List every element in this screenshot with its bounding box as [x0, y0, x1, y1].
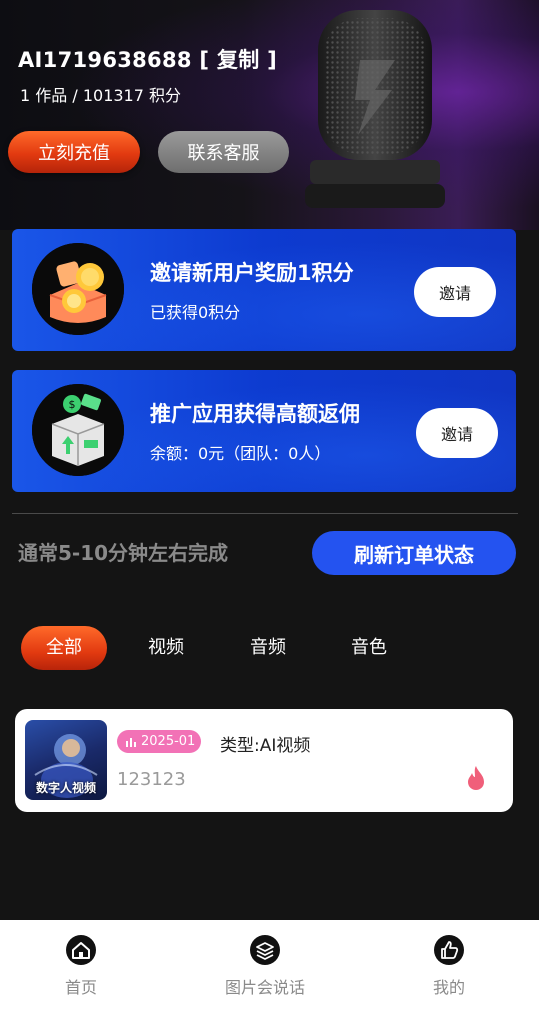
refresh-order-status-button[interactable]: 刷新订单状态: [312, 531, 516, 575]
svg-text:$: $: [69, 398, 76, 411]
tab-voice[interactable]: 音色: [329, 626, 409, 670]
coins-gift-icon: [32, 243, 124, 335]
banner-title: 推广应用获得高额返佣: [150, 402, 360, 426]
user-name[interactable]: AI1719638688 [ 复制 ]: [18, 44, 277, 74]
thumbs-up-icon: [434, 935, 464, 965]
invite-button[interactable]: 邀请: [414, 267, 496, 317]
tab-audio[interactable]: 音频: [228, 626, 308, 670]
work-id: 123123: [117, 769, 186, 790]
tab-video[interactable]: 视频: [126, 626, 206, 670]
recharge-button[interactable]: 立刻充值: [8, 131, 140, 173]
cashback-box-icon: $: [32, 384, 124, 476]
nav-label: 我的: [432, 978, 465, 997]
banner-subtitle: 余额：0元（团队：0人）: [150, 444, 331, 463]
divider: [12, 513, 518, 514]
bottom-navigation: 首页 图片会说话 我的: [0, 920, 539, 1013]
category-tabs: 全部 视频 音频 音色: [0, 626, 539, 670]
work-card[interactable]: 数字人视频 2025-01 类型:AI视频 123123: [15, 709, 513, 812]
order-hint-text: 通常5-10分钟左右完成: [18, 541, 229, 565]
microphone-image: [305, 10, 445, 208]
contact-service-button[interactable]: 联系客服: [158, 131, 289, 173]
banner-title: 邀请新用户奖励1积分: [150, 261, 354, 285]
thumbnail-label: 数字人视频: [35, 781, 96, 795]
date-badge: 2025-01: [117, 730, 202, 753]
nav-label: 首页: [64, 978, 97, 997]
invite-button[interactable]: 邀请: [416, 408, 498, 458]
user-stats: 1 作品 / 101317 积分: [20, 86, 181, 105]
tab-all[interactable]: 全部: [21, 626, 107, 670]
nav-label: 图片会说话: [224, 978, 305, 997]
work-type: 类型:AI视频: [220, 736, 311, 756]
layers-icon: [250, 935, 280, 965]
home-icon: [66, 935, 96, 965]
banner-subtitle: 已获得0积分: [150, 303, 241, 322]
nav-mine[interactable]: 我的: [389, 934, 509, 998]
date-label: 2025-01: [141, 734, 196, 749]
nav-home[interactable]: 首页: [21, 934, 141, 998]
flame-icon[interactable]: [466, 765, 486, 791]
bar-chart-icon: [126, 737, 136, 747]
promotion-banner[interactable]: $ 推广应用获得高额返佣 余额：0元（团队：0人） 邀请: [12, 370, 516, 492]
profile-header: AI1719638688 [ 复制 ] 1 作品 / 101317 积分 立刻充…: [0, 0, 539, 230]
nav-talking-photo[interactable]: 图片会说话: [205, 934, 325, 998]
invite-banner[interactable]: 邀请新用户奖励1积分 已获得0积分 邀请: [12, 229, 516, 351]
work-thumbnail: 数字人视频: [25, 720, 107, 800]
